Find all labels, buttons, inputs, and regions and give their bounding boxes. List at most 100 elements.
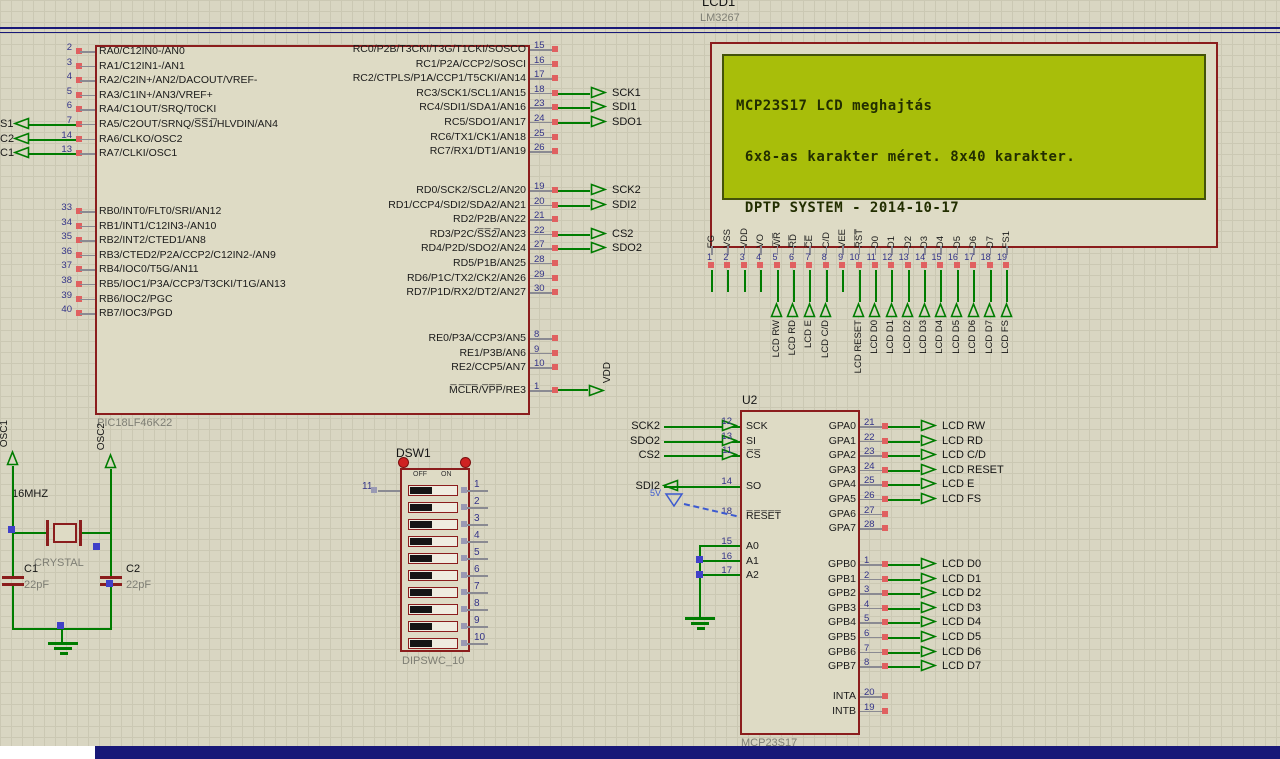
- dip-switch-slider[interactable]: [410, 589, 432, 596]
- pin-name: RC2/CTPLS/P1A/CCP1/T5CKI/AN14: [352, 72, 526, 85]
- u2-interrupt-pins: INTA 20 INTB 19: [620, 687, 1080, 718]
- pin-row: RC3/SCK1/SCL1/AN15 18 SCK1: [290, 84, 750, 101]
- pin-name: RE0/P3A/CCP3/AN5: [428, 332, 526, 344]
- pin-row: GPA7 28: [620, 519, 1080, 536]
- pin-endpoint: [888, 262, 895, 268]
- pin-row: RE0/P3A/CCP3/AN5 8: [290, 329, 750, 346]
- pin-stub: [80, 153, 95, 155]
- pin-name: GPB4: [827, 616, 856, 629]
- wire: [858, 270, 861, 302]
- u2-gpa-pins: GPA0 21 LCD RW GPA1 22 LCD RD GPA2 23 LC…: [620, 417, 1080, 536]
- pin-name: GPA7: [828, 522, 856, 535]
- dip-switch-slot: [408, 621, 458, 632]
- pin-number: 5: [864, 613, 870, 625]
- pin-number: 5: [772, 252, 778, 262]
- pin-number: 19: [864, 701, 875, 713]
- pin-endpoint: [953, 262, 960, 268]
- pin-endpoint: [552, 289, 558, 296]
- capacitor-c1-plate[interactable]: [2, 576, 24, 579]
- schematic-canvas[interactable]: PIC18LF46K22 2 RA0/C12IN0-/AN0 3 RA1/C12…: [0, 0, 1280, 759]
- lcd-pin-column: VEE 9: [835, 200, 851, 392]
- dip-switch-slider[interactable]: [410, 487, 432, 494]
- net-label: LCD D0: [868, 320, 880, 354]
- pin-name: GPA6: [828, 507, 856, 520]
- pin-row: GPB0 1 LCD D0: [620, 555, 1080, 572]
- dip-switch-row: 4: [400, 530, 488, 550]
- pin-endpoint: [708, 262, 714, 268]
- pin-number: 4: [756, 252, 762, 262]
- pin-row: M̅C̅L̅R̅/V̅P̅P̅/RE3 1: [290, 381, 750, 398]
- pin-number: 10: [849, 252, 860, 262]
- net-label-fragment: S1: [0, 117, 14, 130]
- pin-endpoint: [1003, 262, 1010, 268]
- capacitor-c2-plate[interactable]: [100, 576, 122, 579]
- dsw-off-label: OFF: [413, 471, 427, 478]
- pin-row: 39 RB6/IOC2/PGC: [0, 290, 340, 307]
- pin-row: RC2/CTPLS/P1A/CCP1/T5CKI/AN14 17: [290, 69, 750, 86]
- net-arrow-right-icon: [920, 601, 937, 614]
- pin-endpoint: [552, 60, 558, 67]
- capacitor-c1-plate[interactable]: [2, 583, 24, 586]
- pin-endpoint: [461, 606, 467, 612]
- net-arrow-right-icon: [590, 183, 607, 196]
- pin-endpoint: [871, 262, 878, 268]
- pic-port-b-pins: 33 RB0/INT0/FLT0/SRI/AN12 34 RB1/INT1/C1…: [0, 202, 340, 321]
- dip-switch-slider[interactable]: [410, 555, 432, 562]
- wire: [809, 270, 812, 302]
- pin-endpoint: [461, 572, 467, 578]
- pin-name: GPB7: [827, 660, 856, 673]
- wire: [110, 469, 112, 576]
- wire: [12, 586, 14, 630]
- pin-name: GPB6: [827, 645, 856, 658]
- dip-switch-slot: [408, 502, 458, 513]
- pin-row: 4 RA2/C2IN+/AN2/DACOUT/VREF-: [0, 71, 340, 88]
- pin-number: 3: [739, 252, 745, 262]
- pin-row: GPB7 8 LCD D7: [620, 657, 1080, 674]
- dip-switch-slider[interactable]: [410, 640, 432, 647]
- dip-switch-slider[interactable]: [410, 521, 432, 528]
- pin-stub: [466, 507, 488, 509]
- pin-number: 34: [61, 216, 72, 228]
- pin-number: 20: [534, 195, 545, 207]
- pin-row: C1 13 RA7/CLKI/OSC1: [0, 144, 340, 161]
- net-label: LCD D1: [942, 572, 982, 585]
- pin-number: 2: [66, 42, 72, 53]
- pin-number: 35: [61, 231, 72, 243]
- pin-stub: [466, 490, 488, 492]
- pin-name: RB3/CTED2/P2A/CCP2/C12IN2-/AN9: [99, 248, 276, 261]
- net-arrow-up-icon: [770, 302, 783, 318]
- pin-endpoint: [552, 216, 558, 223]
- pin-number: 16: [534, 54, 545, 66]
- pin-name: RA1/C12IN1-/AN1: [99, 59, 185, 72]
- pin-row: 6 RA4/C1OUT/SRQ/T0CKI: [0, 100, 340, 117]
- pin-number: 6: [66, 100, 72, 112]
- pin-endpoint: [552, 148, 558, 155]
- net-arrow-up-icon: [868, 302, 882, 318]
- crystal-body[interactable]: [53, 523, 77, 543]
- pin-number: 1: [864, 555, 870, 566]
- dip-switch-slider[interactable]: [410, 538, 432, 545]
- dip-switch-slider[interactable]: [410, 606, 432, 613]
- lcd-pin-column: C̅E̅ 7 LCD E: [802, 200, 818, 392]
- lcd-pin-column: D3 14 LCD D3: [915, 200, 933, 392]
- net-arrow-up-icon: [950, 302, 964, 318]
- lcd-pin-column: R̅S̅T̅ 10 LCD RESET: [850, 200, 868, 392]
- pin-stub: [80, 225, 95, 228]
- pin-name: GPA1: [828, 434, 856, 447]
- dip-switch-row: 7: [400, 581, 488, 601]
- pin-endpoint: [822, 262, 829, 268]
- pin-number: 6: [864, 627, 870, 639]
- dip-switch-slider[interactable]: [410, 504, 432, 511]
- dip-switch-row: 3: [400, 513, 488, 533]
- pin-name: RA5/C2OUT/SRNQ/S̅S̅1̅/HLVDIN/AN4: [99, 117, 278, 130]
- dip-switch-slider[interactable]: [410, 623, 432, 630]
- lcd-pins: FG 1 VSS 2 VDD 3 VO 4 W̅R̅ 5 LCD RW R̅D̅…: [704, 200, 1015, 392]
- pic-port-e-pins: RE0/P3A/CCP3/AN5 8 RE1/P3B/AN6 9 RE2/CCP…: [290, 329, 750, 375]
- pin-name: RB2/INT2/CTED1/AN8: [99, 234, 206, 247]
- pin-name: RA3/C1IN+/AN3/VREF+: [99, 88, 213, 101]
- pin-endpoint: [882, 707, 888, 714]
- junction-dot: [8, 526, 15, 533]
- wire: [700, 559, 740, 562]
- net-arrow-right-icon: [920, 659, 937, 672]
- dip-switch-slider[interactable]: [410, 572, 432, 579]
